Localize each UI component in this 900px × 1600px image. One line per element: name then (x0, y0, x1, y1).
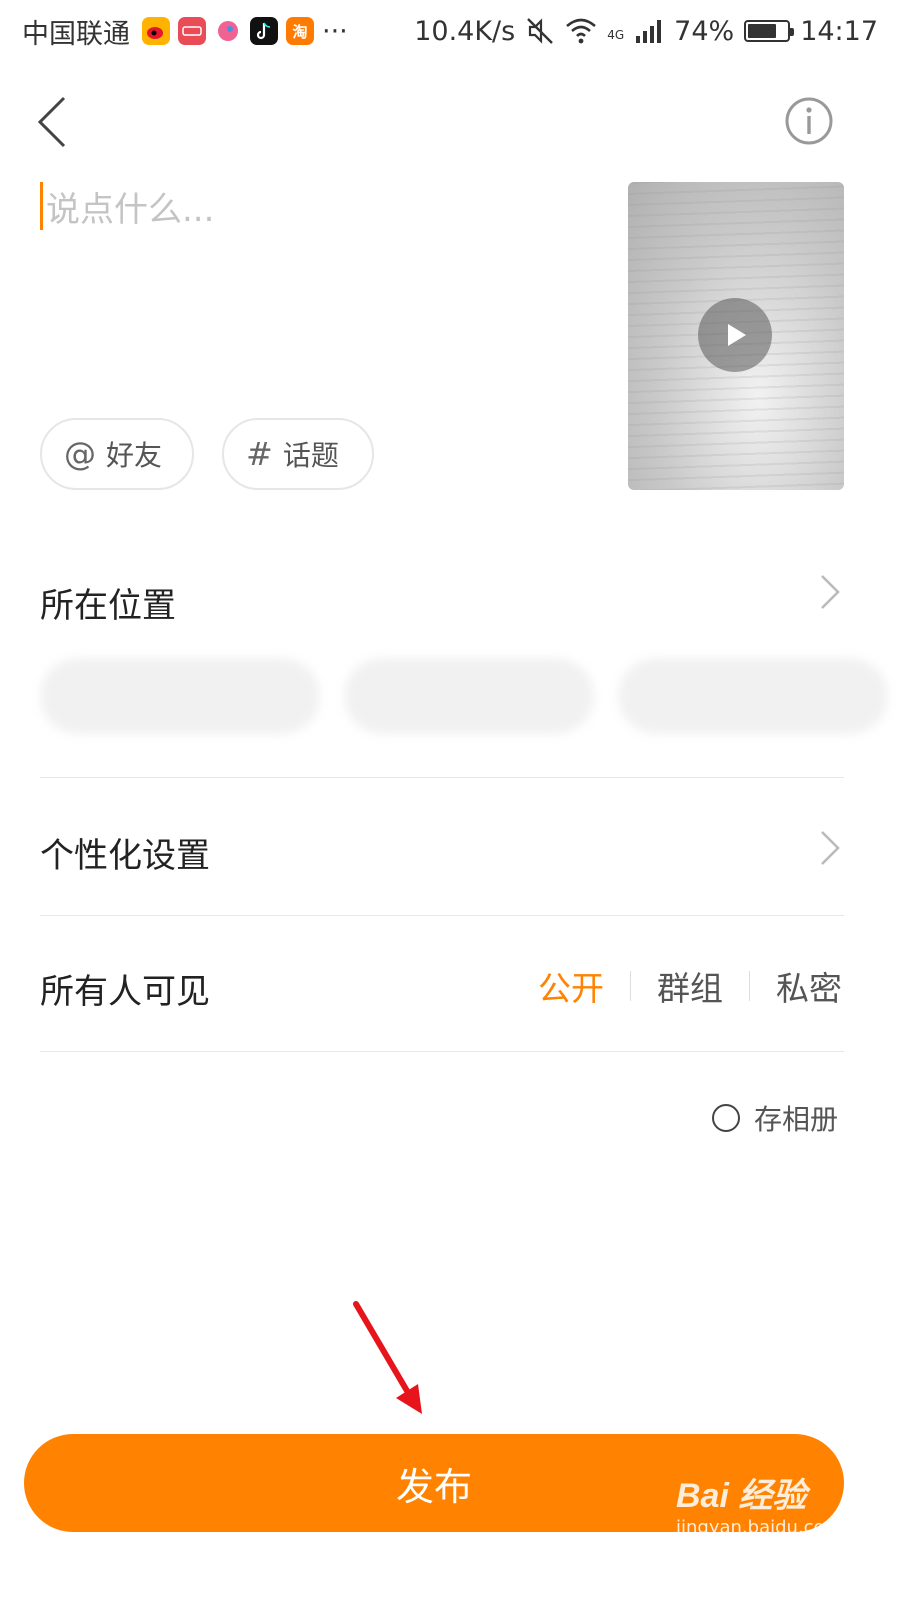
personalize-chevron-right-icon[interactable] (818, 828, 842, 868)
network-speed: 10.4K/s (414, 15, 516, 47)
status-left: 中国联通 淘 ··· (22, 12, 348, 51)
topic-button[interactable]: # 话题 (222, 418, 374, 490)
battery-percent: 74% (674, 15, 735, 47)
watermark-url: jingyan.baidu.com (676, 1517, 843, 1538)
info-button[interactable] (784, 96, 834, 146)
battery-icon (744, 20, 795, 42)
weibo-icon (142, 17, 170, 45)
compose-area (40, 180, 600, 250)
clock: 14:17 (800, 15, 878, 47)
visibility-private-option[interactable]: 私密 (750, 962, 842, 1010)
more-notifications-icon: ··· (322, 15, 348, 47)
mute-icon (527, 18, 554, 44)
status-right: 10.4K/s 4G 74% 14:17 (414, 16, 878, 47)
save-to-album-toggle[interactable]: 存相册 (712, 1098, 838, 1138)
signal-icon (636, 20, 662, 43)
mention-friend-button[interactable]: @ 好友 (40, 418, 194, 490)
battery-level (748, 24, 777, 38)
chevron-left-icon (37, 96, 66, 148)
location-suggestion[interactable] (344, 658, 594, 734)
annotation-arrow-icon (353, 1301, 422, 1414)
back-button[interactable] (36, 94, 70, 150)
at-icon: @ (64, 435, 96, 473)
mention-friend-label: 好友 (106, 439, 163, 472)
save-to-album-label: 存相册 (754, 1103, 839, 1136)
network-type: 4G (607, 27, 625, 42)
bird-app-icon (214, 17, 242, 45)
baidu-jingyan-watermark: Bai 经验 jingyan.baidu.com (676, 1468, 842, 1538)
location-chevron-right-icon[interactable] (818, 572, 842, 612)
news-app-icon (178, 17, 206, 45)
divider (40, 915, 844, 916)
topic-label: 话题 (282, 439, 339, 472)
visibility-group-option[interactable]: 群组 (631, 962, 749, 1010)
hashtag-icon: # (246, 435, 273, 473)
carrier-name: 中国联通 (22, 18, 130, 50)
divider (40, 777, 844, 778)
info-icon (785, 97, 833, 145)
divider (40, 1051, 844, 1052)
location-suggestion[interactable] (618, 658, 888, 734)
personalize-settings-title[interactable]: 个性化设置 (40, 828, 210, 877)
notification-app-icons: 淘 (142, 17, 314, 45)
play-icon (698, 298, 772, 372)
status-bar: 中国联通 淘 ··· 10.4K/s 4G 74% 14:17 (0, 0, 900, 62)
watermark-logo: Bai 经验 (676, 1477, 807, 1515)
tiktok-icon (250, 17, 278, 45)
visibility-title: 所有人可见 (40, 972, 210, 1012)
visibility-options: 公开 群组 私密 (512, 962, 842, 1010)
visibility-public-option[interactable]: 公开 (512, 962, 630, 1010)
compose-input[interactable] (40, 180, 600, 240)
wifi-icon (566, 18, 597, 44)
location-title[interactable]: 所在位置 (40, 578, 176, 627)
taobao-icon: 淘 (286, 17, 314, 45)
radio-circle-icon (712, 1104, 740, 1132)
video-thumbnail[interactable] (628, 182, 844, 490)
location-suggestion[interactable] (40, 658, 320, 734)
